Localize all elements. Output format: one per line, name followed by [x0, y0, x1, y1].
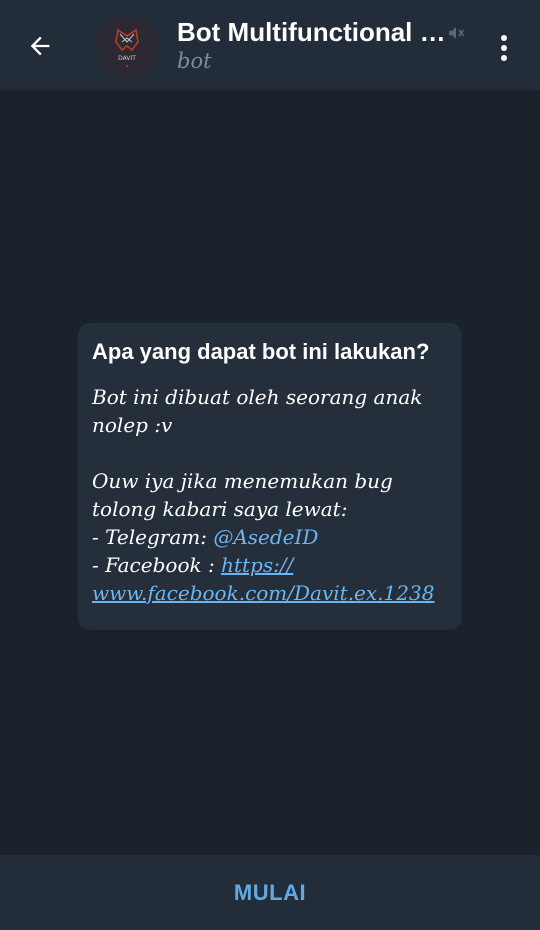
arrow-left-icon: [30, 36, 50, 56]
chat-title[interactable]: Bot Multifunctional [...: [177, 17, 447, 48]
bot-description-heading: Apa yang dapat bot ini lakukan?: [92, 339, 430, 364]
start-button[interactable]: MULAI: [234, 880, 306, 906]
chat-header: DAVIT Bot Multifunctional [... bot: [0, 0, 540, 90]
facebook-link-part-2[interactable]: www.facebook.com/Davit.ex.1238: [92, 581, 434, 605]
more-menu-button[interactable]: [486, 28, 522, 68]
bot-description-text: Bot ini dibuat oleh seorang anak nolep :…: [92, 383, 448, 607]
avatar-logo: DAVIT: [96, 16, 158, 78]
avatar-text: DAVIT: [118, 55, 136, 62]
chat-subtitle: bot: [177, 49, 212, 73]
mute-icon: [449, 27, 465, 39]
facebook-link-part-1[interactable]: https://: [221, 553, 293, 577]
message-area: Apa yang dapat bot ini lakukan? Bot ini …: [0, 90, 540, 855]
start-bar[interactable]: MULAI: [0, 855, 540, 930]
description-para-2: Ouw iya jika menemukan bug tolong kabari…: [92, 469, 400, 521]
more-vertical-icon: [501, 35, 507, 61]
bot-description-bubble: Apa yang dapat bot ini lakukan? Bot ini …: [78, 323, 462, 630]
chat-screen: DAVIT Bot Multifunctional [... bot Apa y…: [0, 0, 540, 930]
back-button[interactable]: [20, 26, 60, 66]
telegram-handle-link[interactable]: @AsedeID: [213, 525, 318, 549]
avatar[interactable]: DAVIT: [96, 16, 158, 78]
description-para-1: Bot ini dibuat oleh seorang anak nolep :…: [92, 385, 429, 437]
facebook-label: - Facebook :: [92, 553, 222, 577]
telegram-label: - Telegram:: [92, 525, 214, 549]
